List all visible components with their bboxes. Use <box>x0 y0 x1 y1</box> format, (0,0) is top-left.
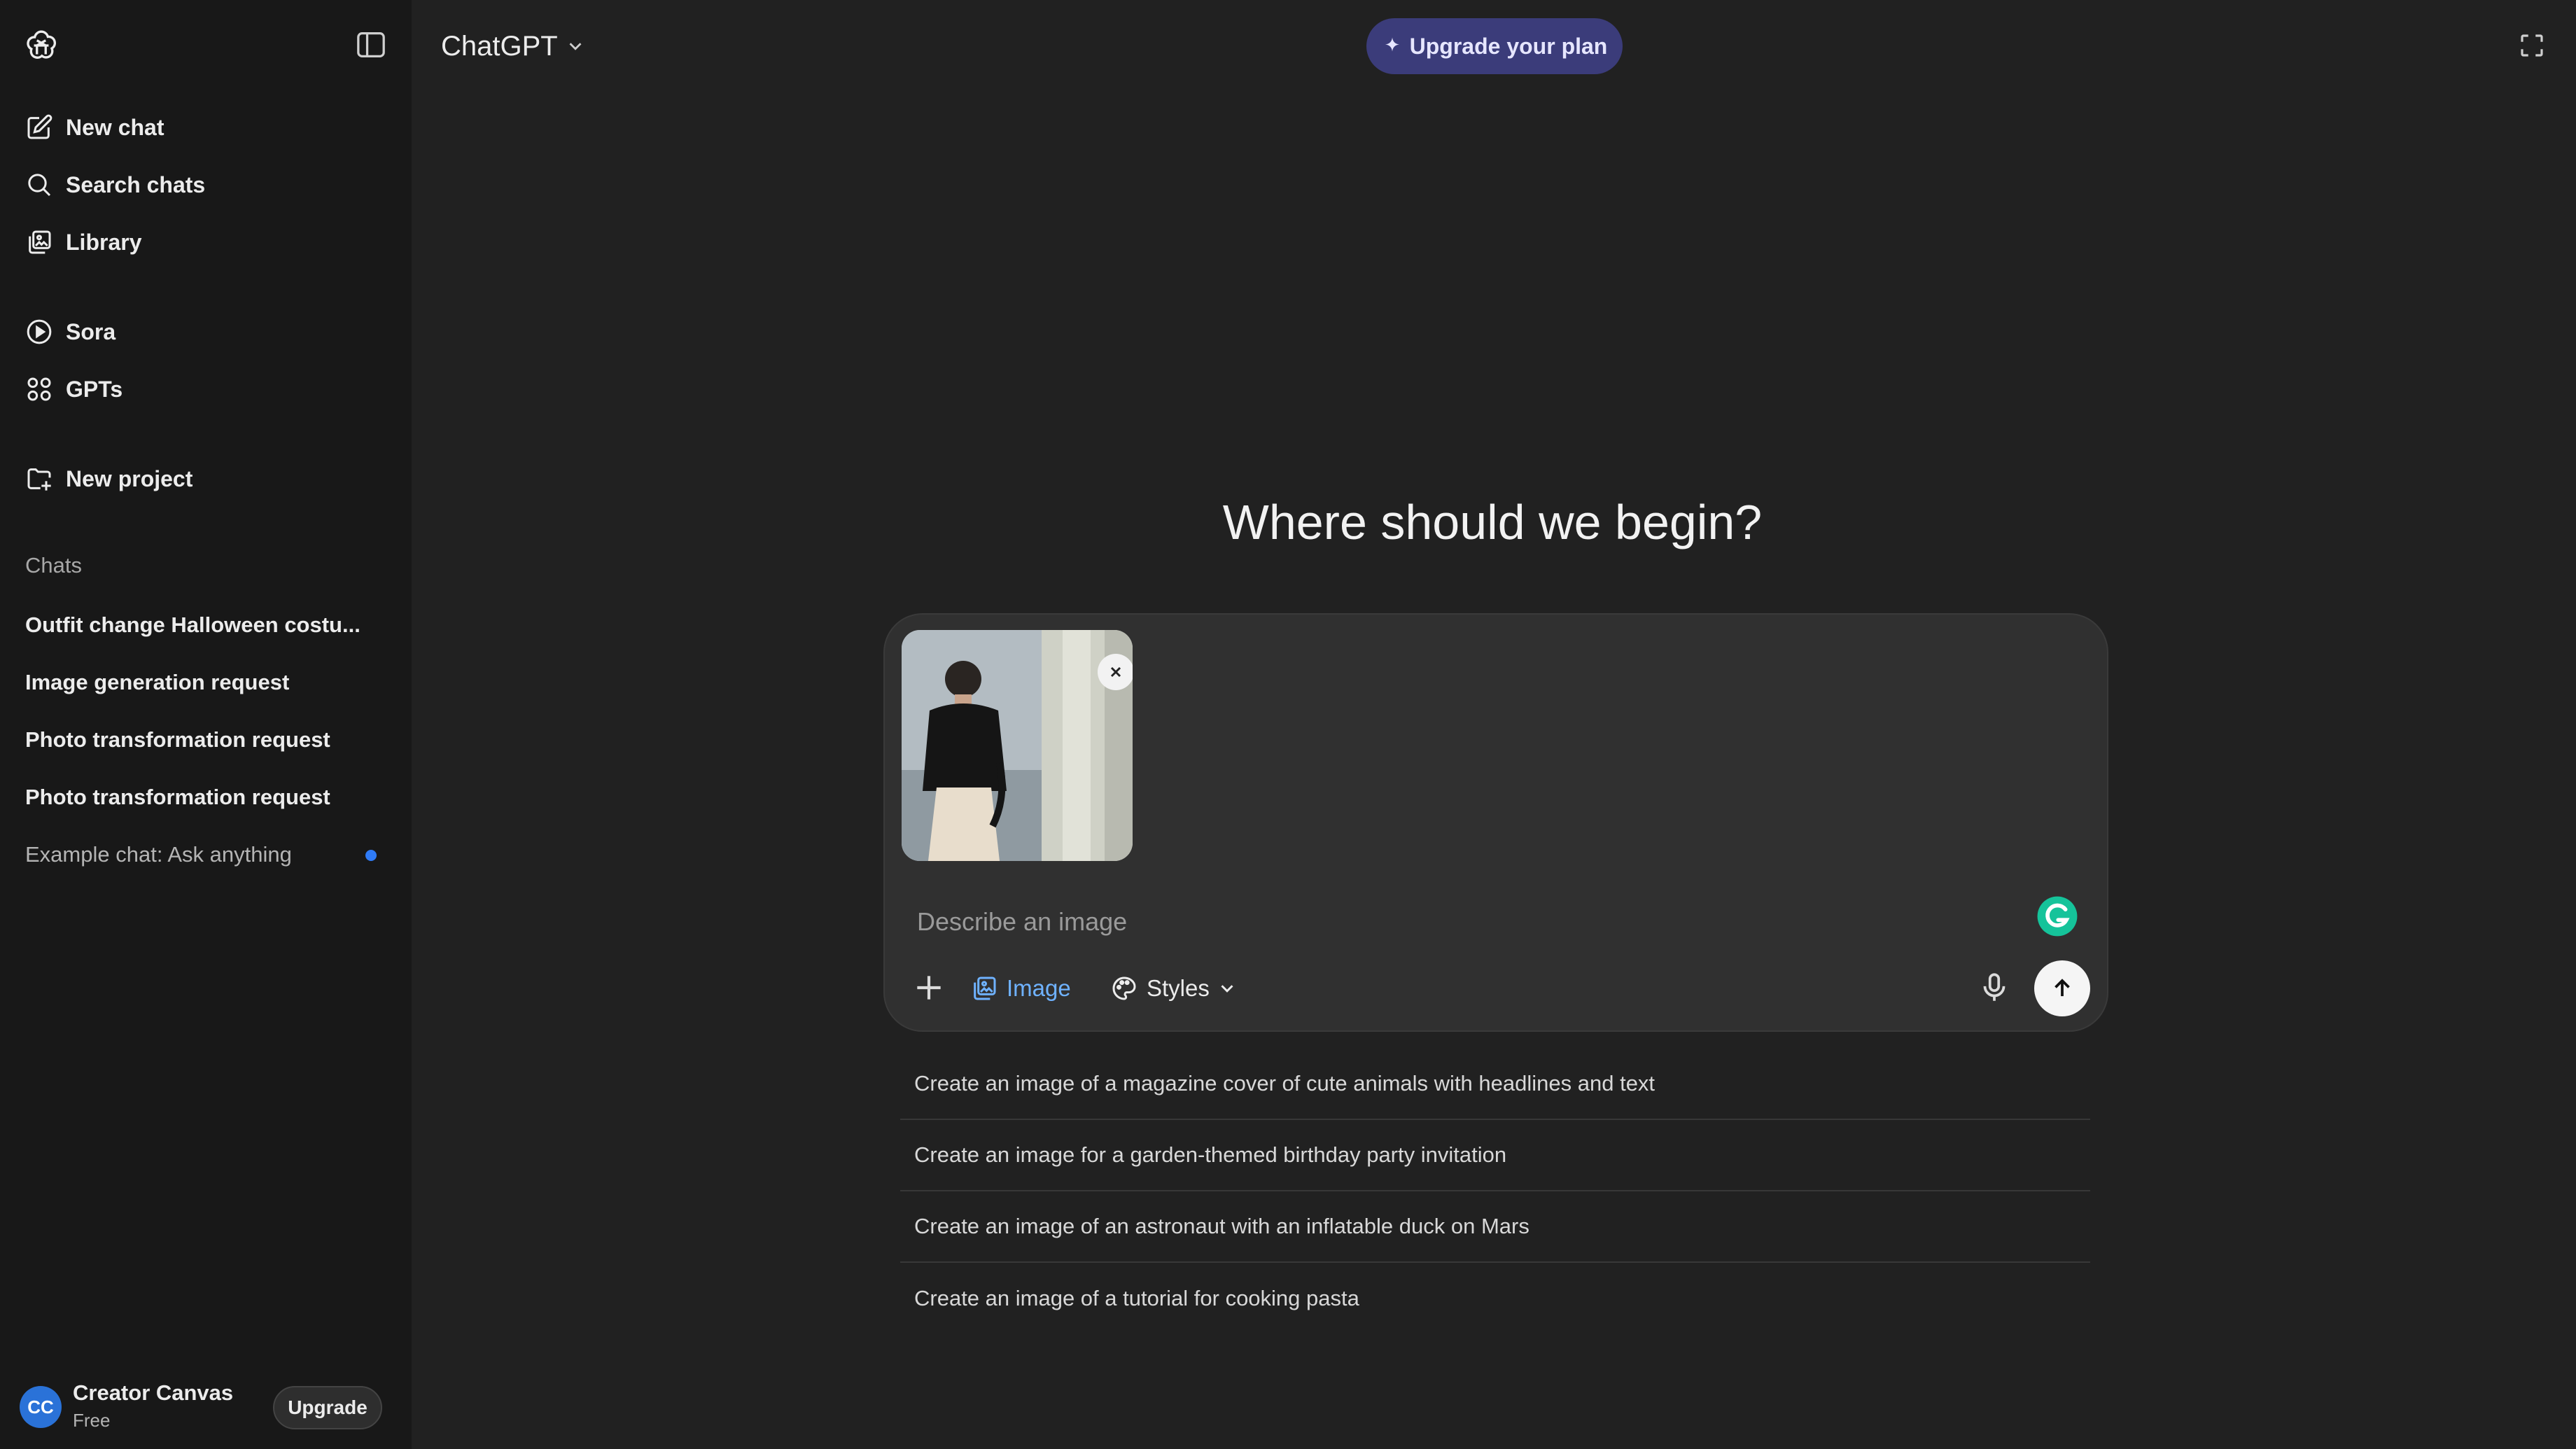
sparkle-icon <box>1385 37 1399 52</box>
toggle-sidebar-icon[interactable] <box>356 31 386 59</box>
chat-title: Image generation request <box>25 670 290 694</box>
nav-label: Library <box>66 229 142 255</box>
image-tool-button[interactable]: Image <box>962 966 1079 1011</box>
suggestion-item[interactable]: Create an image for a garden-themed birt… <box>900 1120 2090 1191</box>
nav-label: GPTs <box>66 376 123 402</box>
chat-title: Example chat: Ask anything <box>25 842 292 867</box>
chat-title: Outfit change Halloween costu... <box>25 612 360 637</box>
upgrade-button[interactable]: Upgrade <box>273 1386 382 1429</box>
image-tool-label: Image <box>1007 975 1071 1001</box>
composer: Image Styles <box>883 613 2108 1032</box>
nav-label: New project <box>66 465 193 491</box>
chat-item[interactable]: Image generation request <box>14 658 398 707</box>
chat-item[interactable]: Photo transformation request <box>14 773 398 822</box>
nav-gpts[interactable]: GPTs <box>14 365 398 414</box>
user-plan: Free <box>73 1410 111 1431</box>
fullscreen-icon[interactable] <box>2517 31 2547 60</box>
folder-plus-icon <box>27 468 51 491</box>
composer-toolbar: Image Styles <box>885 960 2107 1016</box>
add-attachment-icon[interactable] <box>911 970 946 1005</box>
library-icon <box>29 230 51 254</box>
arrow-up-icon <box>2054 979 2070 997</box>
grammarly-icon[interactable] <box>2036 895 2079 938</box>
sidebar: New chat Search chats Library Sora GPTs … <box>0 0 412 1449</box>
nav-label: Sora <box>66 318 116 344</box>
upgrade-plan-label: Upgrade your plan <box>1409 33 1608 59</box>
user-profile[interactable]: CC Creator Canvas Free Upgrade <box>0 1365 412 1449</box>
microphone-icon[interactable] <box>1977 970 2012 1005</box>
model-selector[interactable]: ChatGPT <box>441 25 586 67</box>
upgrade-plan-button[interactable]: Upgrade your plan <box>1366 18 1623 74</box>
chevron-down-icon <box>569 43 582 50</box>
nav-new-chat[interactable]: New chat <box>14 103 398 152</box>
chat-item[interactable]: Photo transformation request <box>14 715 398 764</box>
nav-sora[interactable]: Sora <box>14 307 398 356</box>
page-title: Where should we begin? <box>1222 495 1763 550</box>
nav-new-project[interactable]: New project <box>14 454 398 503</box>
send-button[interactable] <box>2034 960 2090 1016</box>
search-icon <box>28 174 51 197</box>
nav-label: Search chats <box>66 172 206 197</box>
model-label: ChatGPT <box>441 30 558 62</box>
styles-label: Styles <box>1147 975 1210 1001</box>
chat-item[interactable]: Example chat: Ask anything <box>14 830 398 879</box>
grid-icon <box>27 377 51 401</box>
chevron-down-icon <box>1221 985 1233 993</box>
suggestion-item[interactable]: Create an image of an astronaut with an … <box>900 1191 2090 1263</box>
chat-item[interactable]: Outfit change Halloween costu... <box>14 601 398 650</box>
suggestion-list: Create an image of a magazine cover of c… <box>900 1049 2090 1334</box>
chats-section-label: Chats <box>25 553 82 578</box>
user-name: Creator Canvas <box>73 1380 234 1405</box>
suggestion-item[interactable]: Create an image of a magazine cover of c… <box>900 1049 2090 1120</box>
unread-dot <box>365 850 377 861</box>
openai-logo-icon[interactable] <box>24 28 59 63</box>
chat-title: Photo transformation request <box>25 785 330 809</box>
play-icon <box>27 319 52 344</box>
attached-photo <box>902 630 1133 861</box>
nav-library[interactable]: Library <box>14 218 398 267</box>
nav-label: New chat <box>66 114 164 140</box>
chat-title: Photo transformation request <box>25 727 330 752</box>
close-icon <box>1110 666 1121 678</box>
prompt-input[interactable] <box>916 900 1968 944</box>
remove-image-button[interactable] <box>1098 654 1133 690</box>
edit-icon <box>27 114 52 139</box>
sidebar-header <box>0 0 412 91</box>
image-icon <box>974 976 996 1000</box>
attached-image-thumbnail[interactable] <box>902 630 1133 861</box>
styles-dropdown[interactable]: Styles <box>1102 966 1246 1011</box>
avatar: CC <box>20 1386 62 1428</box>
palette-icon <box>1112 976 1136 1000</box>
nav-search-chats[interactable]: Search chats <box>14 160 398 209</box>
suggestion-item[interactable]: Create an image of a tutorial for cookin… <box>900 1263 2090 1334</box>
